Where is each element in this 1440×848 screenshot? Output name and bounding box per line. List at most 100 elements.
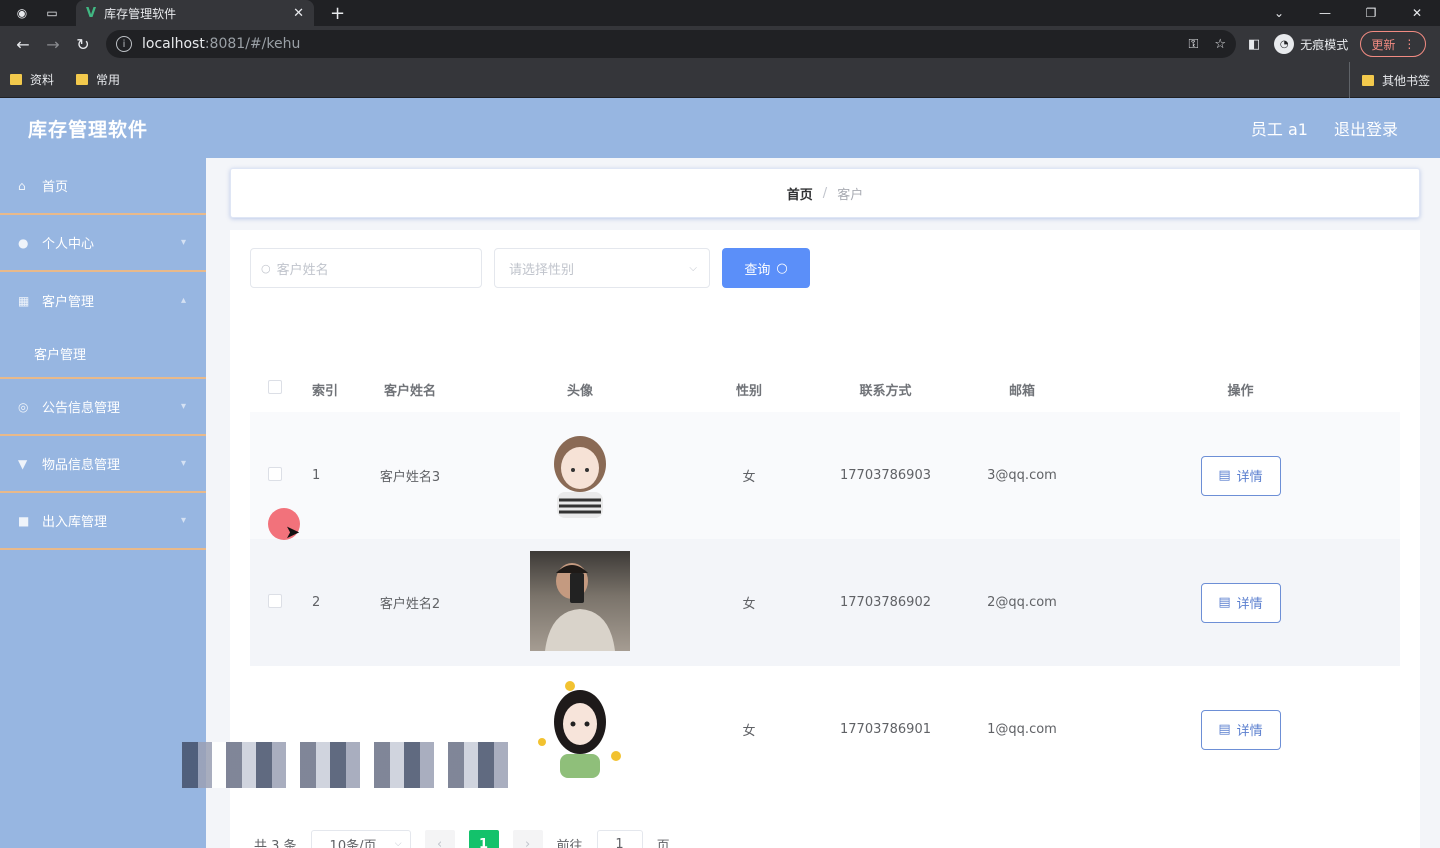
customer-avatar [530,550,630,651]
chevron-down-icon: ⌵ [394,839,402,848]
new-tab-icon[interactable]: + [330,3,345,24]
customer-table: 索引 客户姓名 头像 性别 联系方式 邮箱 操作 1 客户姓名3 女 17703… [250,366,1400,793]
restore-icon[interactable]: ❐ [1348,6,1394,20]
page-number-current[interactable]: 1 [468,830,499,848]
select-all-checkbox[interactable] [268,380,282,394]
url-input[interactable]: i localhost:8081/#/kehu ⚿ ☆ [106,30,1236,58]
table-row: 1 客户姓名3 女 17703786903 3@qq.com ▤ 详情 [250,412,1400,539]
pixelated-overlay [182,742,512,788]
goods-icon: ▼ [18,456,28,471]
current-user[interactable]: 员工 a1 [1251,116,1308,140]
sidebar-item-label: 客户管理 [34,347,87,363]
reload-icon[interactable]: ↻ [68,35,98,54]
row-gender: 女 [742,724,756,739]
grid-icon: ▦ [18,293,30,308]
sidebar-item-goods[interactable]: ▼ 物品信息管理 ▾ [0,436,206,493]
document-icon: ▤ [1218,722,1231,737]
row-gender: 女 [742,470,756,485]
row-index: 2 [312,595,321,610]
forward-icon[interactable]: → [38,35,68,54]
bookmark-star-icon[interactable]: ☆ [1214,37,1226,52]
sidebar-item-notices[interactable]: ◎ 公告信息管理 ▾ [0,379,206,436]
tab-close-icon[interactable]: ✕ [293,6,304,21]
other-bookmarks[interactable]: 其他书签 [1348,62,1430,98]
update-button[interactable]: 更新 ⋮ [1360,31,1427,57]
site-info-icon[interactable]: i [116,36,132,52]
sidebar-item-label: 首页 [42,180,69,195]
sidebar-subitem-customers[interactable]: 客户管理 [0,329,206,379]
detail-button[interactable]: ▤ 详情 [1200,709,1281,750]
document-icon: ▤ [1218,595,1231,610]
prev-page-button[interactable]: ‹ [424,830,455,848]
column-header[interactable]: 索引 [300,366,350,412]
goto-label: 前往 [556,838,583,848]
globe-icon[interactable]: ◉ [14,6,30,20]
gender-placeholder: 请选择性别 [509,262,575,278]
folder-icon [76,74,89,85]
bookmark-folder-changyong[interactable]: 常用 [76,71,120,88]
sidebar-item-label: 物品信息管理 [42,458,121,473]
goto-page-input[interactable]: 1 [596,830,643,848]
incognito-icon: ◔ [1274,34,1295,54]
bookmark-folder-ziliao[interactable]: 资料 [10,71,54,88]
customer-name-placeholder: 客户姓名 [276,262,329,278]
page-size-value: 10条/页 [329,838,377,848]
sidebar-item-stock[interactable]: ■ 出入库管理 ▾ [0,493,206,550]
address-bar: ← → ↻ i localhost:8081/#/kehu ⚿ ☆ ◧ ◔ 无痕… [0,26,1440,62]
minimize-icon[interactable]: — [1302,6,1348,20]
column-header[interactable]: 联系方式 [808,366,963,412]
tab-strip-icon[interactable]: ▭ [44,6,60,20]
sidebar-item-label: 个人中心 [42,237,95,252]
detail-button[interactable]: ▤ 详情 [1200,455,1281,496]
row-gender: 女 [742,597,756,612]
row-name: 客户姓名3 [379,470,441,485]
more-menu-icon[interactable]: ⋮ [1403,37,1415,51]
bookmark-label: 资料 [30,73,55,87]
detail-label: 详情 [1236,470,1263,485]
folder-icon [10,74,22,85]
gender-select[interactable]: 请选择性别 ⌵ [494,248,710,288]
logout-link[interactable]: 退出登录 [1334,116,1398,140]
vue-logo-icon: V [86,5,97,21]
sidebar: ⌂ 首页 ● 个人中心 ▾ ▦ 客户管理 ▴ 客户管理 ◎ 公告信息管理 ▾ ▼… [0,158,206,848]
back-icon[interactable]: ← [8,35,38,54]
breadcrumb-home[interactable]: 首页 [787,184,813,203]
detail-label: 详情 [1236,597,1263,612]
row-checkbox[interactable] [268,466,282,481]
app-header: 库存管理软件 员工 a1 退出登录 [0,98,1440,158]
column-header[interactable]: 性别 [690,366,808,412]
customer-panel: ○ 客户姓名 请选择性别 ⌵ 查询 ○ 索引 客户姓名 头像 性别 联系方式 邮… [182,230,1420,848]
page-size-select[interactable]: 10条/页 ⌵ [310,830,411,848]
tab-search-icon[interactable]: ⌄ [1256,6,1302,20]
column-header[interactable]: 邮箱 [963,366,1081,412]
sidebar-item-home[interactable]: ⌂ 首页 [0,158,206,215]
incognito-indicator[interactable]: ◔ 无痕模式 [1274,34,1348,54]
column-header[interactable]: 操作 [1081,366,1400,412]
search-icon: ○ [261,261,271,275]
column-header[interactable]: 头像 [470,366,690,412]
search-form: ○ 客户姓名 请选择性别 ⌵ 查询 ○ [250,248,1400,288]
home-icon: ⌂ [18,178,26,193]
detail-button[interactable]: ▤ 详情 [1200,582,1281,623]
key-icon[interactable]: ⚿ [1188,37,1198,52]
sidebar-item-label: 客户管理 [42,295,95,310]
row-checkbox[interactable] [268,593,282,608]
chevron-down-icon: ▾ [180,237,186,248]
customer-name-input[interactable]: ○ 客户姓名 [250,248,482,288]
pagination-total: 共 3 条 [254,838,297,848]
sidebar-item-label: 出入库管理 [42,515,108,530]
next-page-button[interactable]: › [512,830,543,848]
side-panel-icon[interactable]: ◧ [1248,37,1260,52]
customer-avatar [534,678,626,778]
sidebar-item-customers[interactable]: ▦ 客户管理 ▴ [0,272,206,329]
chevron-down-icon: ⌵ [689,262,697,274]
window-controls: ⌄ — ❐ ✕ [1256,0,1440,26]
sidebar-item-profile[interactable]: ● 个人中心 ▾ [0,215,206,272]
notice-icon: ◎ [18,399,29,414]
query-button[interactable]: 查询 ○ [722,248,810,288]
window-close-icon[interactable]: ✕ [1394,6,1440,20]
column-header[interactable]: 客户姓名 [350,366,470,412]
main-content: 首页 / 客户 ○ 客户姓名 请选择性别 ⌵ 查询 ○ 索引 客户姓名 头像 性… [182,158,1440,848]
tab-title: 库存管理软件 [104,6,177,21]
browser-tab[interactable]: V 库存管理软件 ✕ [76,0,314,26]
